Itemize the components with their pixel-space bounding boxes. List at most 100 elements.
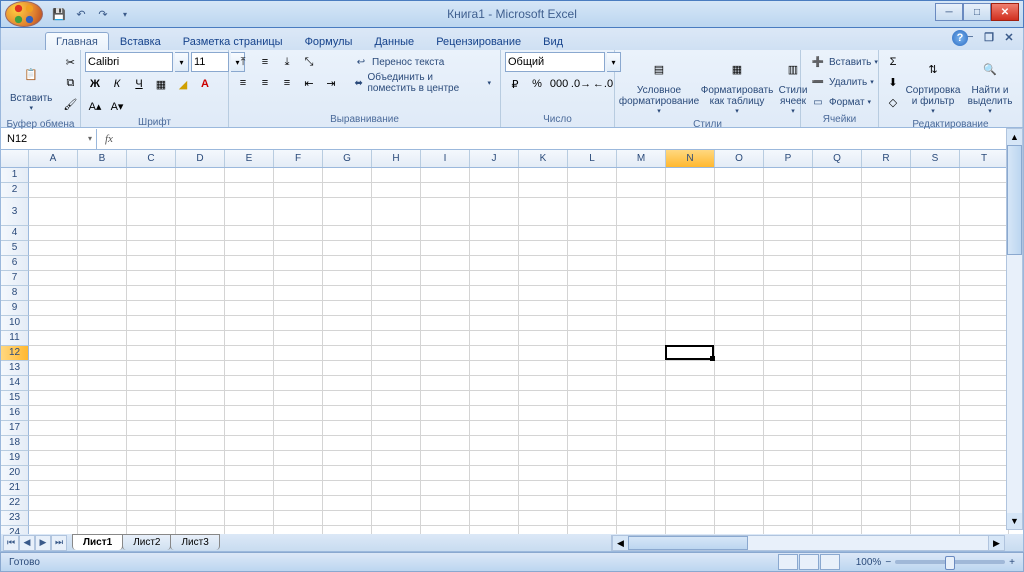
autosum-button[interactable]: Σ [883, 52, 903, 72]
scroll-left-arrow[interactable]: ◀ [612, 536, 628, 550]
fill-button[interactable]: ⬇ [883, 72, 903, 92]
ribbon-tab-3[interactable]: Формулы [294, 32, 364, 50]
row-header-10[interactable]: 10 [1, 316, 29, 331]
increase-decimal-button[interactable]: .0→ [571, 74, 591, 94]
row-header-17[interactable]: 17 [1, 421, 29, 436]
ribbon-tab-0[interactable]: Главная [45, 32, 109, 50]
sort-filter-button[interactable]: ⇅Сортировка и фильтр▾ [906, 52, 960, 118]
percent-button[interactable]: % [527, 74, 547, 94]
fx-icon[interactable]: fx [105, 133, 113, 145]
comma-button[interactable]: 000 [549, 74, 569, 94]
ribbon-tab-4[interactable]: Данные [363, 32, 425, 50]
align-right-button[interactable]: ≡ [277, 73, 297, 93]
row-header-9[interactable]: 9 [1, 301, 29, 316]
italic-button[interactable]: К [107, 74, 127, 94]
next-sheet-button[interactable]: ▶ [35, 535, 51, 551]
align-middle-button[interactable]: ≡ [255, 52, 275, 72]
grow-font-button[interactable]: A▴ [85, 96, 105, 116]
row-13[interactable] [29, 361, 1023, 376]
row-header-21[interactable]: 21 [1, 481, 29, 496]
delete-cells-button[interactable]: ➖Удалить▾ [805, 72, 883, 92]
row-header-13[interactable]: 13 [1, 361, 29, 376]
clear-button[interactable]: ◇ [883, 92, 903, 112]
col-header-C[interactable]: C [127, 150, 176, 167]
align-left-button[interactable]: ≡ [233, 73, 253, 93]
bold-button[interactable]: Ж [85, 74, 105, 94]
save-icon[interactable]: 💾 [51, 6, 67, 22]
row-18[interactable] [29, 436, 1023, 451]
mdi-restore[interactable]: ❐ [981, 30, 997, 44]
paste-button[interactable]: 📋 Вставить ▾ [5, 52, 57, 118]
col-header-Q[interactable]: Q [813, 150, 862, 167]
col-header-I[interactable]: I [421, 150, 470, 167]
row-9[interactable] [29, 301, 1023, 316]
ribbon-tab-2[interactable]: Разметка страницы [172, 32, 294, 50]
row-header-1[interactable]: 1 [1, 168, 29, 183]
redo-icon[interactable]: ↷ [95, 6, 111, 22]
orientation-button[interactable]: ⤡ [299, 52, 319, 72]
hscroll-thumb[interactable] [628, 536, 748, 550]
ribbon-tab-6[interactable]: Вид [532, 32, 574, 50]
vertical-scrollbar[interactable]: ▲ ▼ [1006, 128, 1023, 530]
font-color-button[interactable]: A [195, 74, 215, 94]
col-header-A[interactable]: A [29, 150, 78, 167]
decrease-indent-button[interactable]: ⇤ [299, 73, 319, 93]
row-23[interactable] [29, 511, 1023, 526]
currency-button[interactable]: ₽ [505, 74, 525, 94]
row-header-2[interactable]: 2 [1, 183, 29, 198]
undo-icon[interactable]: ↶ [73, 6, 89, 22]
find-select-button[interactable]: 🔍Найти и выделить▾ [963, 52, 1017, 118]
minimize-button[interactable]: ─ [935, 3, 963, 21]
col-header-P[interactable]: P [764, 150, 813, 167]
wrap-text-button[interactable]: ↩Перенос текста [348, 52, 496, 72]
format-cells-button[interactable]: ▭Формат▾ [805, 92, 883, 112]
scroll-up-arrow[interactable]: ▲ [1007, 129, 1022, 145]
col-header-N[interactable]: N [666, 150, 715, 167]
col-header-J[interactable]: J [470, 150, 519, 167]
col-header-E[interactable]: E [225, 150, 274, 167]
row-22[interactable] [29, 496, 1023, 511]
zoom-out-button[interactable]: − [885, 557, 891, 568]
sheet-tab-2[interactable]: Лист3 [170, 534, 219, 550]
format-painter-icon[interactable]: 🖌 [60, 94, 80, 114]
align-center-button[interactable]: ≡ [255, 73, 275, 93]
col-header-K[interactable]: K [519, 150, 568, 167]
row-header-6[interactable]: 6 [1, 256, 29, 271]
sheet-tab-1[interactable]: Лист2 [122, 534, 171, 550]
border-button[interactable]: ▦ [151, 74, 171, 94]
last-sheet-button[interactable]: ⏭ [51, 535, 67, 551]
close-button[interactable]: ✕ [991, 3, 1019, 21]
row-10[interactable] [29, 316, 1023, 331]
vscroll-thumb[interactable] [1007, 145, 1022, 255]
row-2[interactable] [29, 183, 1023, 198]
row-header-12[interactable]: 12 [1, 346, 29, 361]
row-17[interactable] [29, 421, 1023, 436]
first-sheet-button[interactable]: ⏮ [3, 535, 19, 551]
row-11[interactable] [29, 331, 1023, 346]
font-size-combo[interactable] [191, 52, 229, 72]
row-21[interactable] [29, 481, 1023, 496]
col-header-O[interactable]: O [715, 150, 764, 167]
maximize-button[interactable]: □ [963, 3, 991, 21]
shrink-font-button[interactable]: A▾ [107, 96, 127, 116]
row-1[interactable] [29, 168, 1023, 183]
insert-cells-button[interactable]: ➕Вставить▾ [805, 52, 883, 72]
row-19[interactable] [29, 451, 1023, 466]
col-header-M[interactable]: M [617, 150, 666, 167]
row-8[interactable] [29, 286, 1023, 301]
row-6[interactable] [29, 256, 1023, 271]
row-16[interactable] [29, 406, 1023, 421]
select-all-corner[interactable] [1, 150, 29, 167]
page-layout-view-button[interactable] [799, 554, 819, 570]
row-header-20[interactable]: 20 [1, 466, 29, 481]
fill-color-button[interactable]: ◢ [173, 74, 193, 94]
row-header-23[interactable]: 23 [1, 511, 29, 526]
row-15[interactable] [29, 391, 1023, 406]
scroll-down-arrow[interactable]: ▼ [1007, 513, 1022, 529]
underline-button[interactable]: Ч [129, 74, 149, 94]
row-header-16[interactable]: 16 [1, 406, 29, 421]
scroll-right-arrow[interactable]: ▶ [988, 536, 1004, 550]
col-header-F[interactable]: F [274, 150, 323, 167]
qat-customize-icon[interactable]: ▾ [117, 6, 133, 22]
increase-indent-button[interactable]: ⇥ [321, 73, 341, 93]
